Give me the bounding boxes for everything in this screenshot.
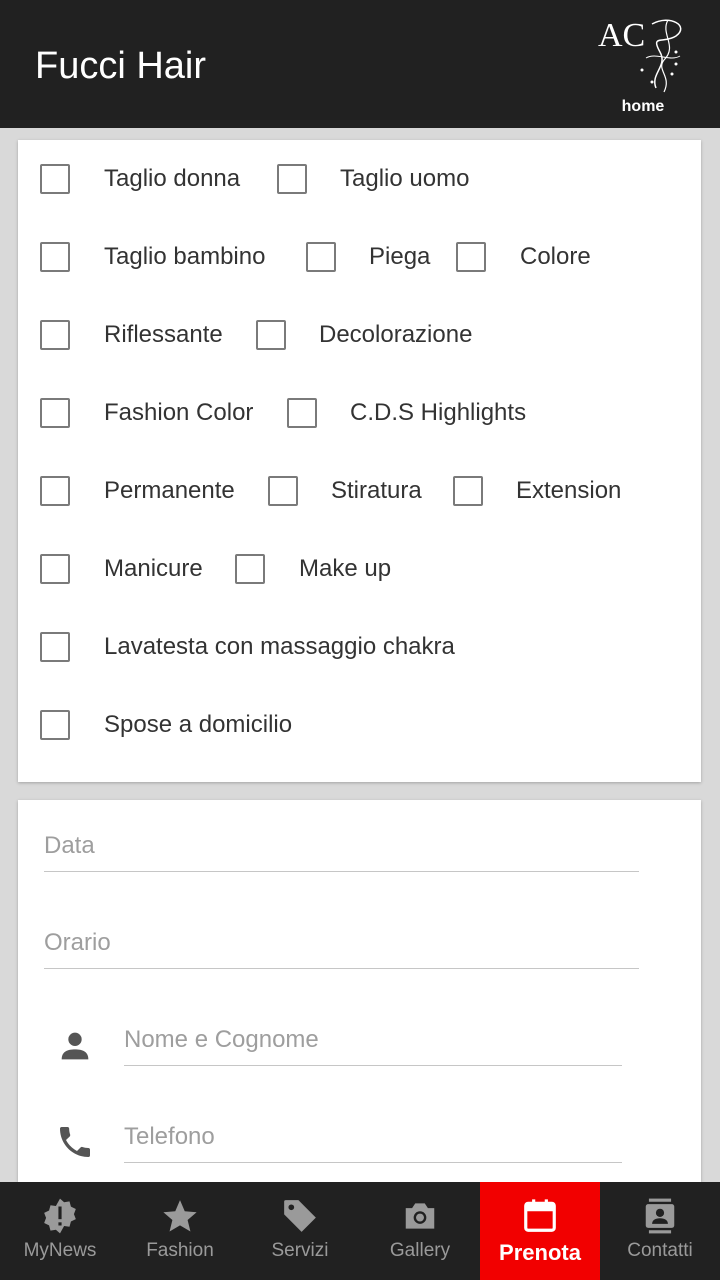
date-field[interactable]: Data (44, 800, 639, 872)
checkbox[interactable] (256, 320, 286, 350)
checkbox[interactable] (40, 710, 70, 740)
checkbox[interactable] (40, 320, 70, 350)
camera-icon (405, 1203, 435, 1229)
checkbox[interactable] (306, 242, 336, 272)
service-label: Taglio donna (104, 165, 241, 192)
checkbox[interactable] (456, 242, 486, 272)
nav-gallery[interactable]: Gallery (360, 1182, 480, 1280)
checkbox[interactable] (40, 398, 70, 428)
service-label: Extension (516, 477, 622, 504)
app-title: Fucci Hair (35, 45, 207, 87)
service-label: Colore (520, 243, 591, 270)
app-bar: Fucci Hair AC home (0, 0, 720, 128)
service-label: Taglio uomo (340, 165, 470, 192)
checkbox[interactable] (40, 164, 70, 194)
services-card: Taglio donna Taglio uomo Taglio bambino … (18, 140, 701, 782)
service-label: Manicure (104, 555, 203, 582)
time-field[interactable]: Orario (44, 897, 639, 969)
checkbox[interactable] (40, 554, 70, 584)
tag-icon (284, 1200, 316, 1232)
home-label: home (621, 98, 665, 115)
person-icon (61, 1032, 89, 1060)
star-icon (163, 1200, 197, 1232)
name-field[interactable]: Nome e Cognome (124, 994, 622, 1066)
service-label: Piega (369, 243, 431, 270)
nav-fashion[interactable]: Fashion (120, 1182, 240, 1280)
checkbox[interactable] (40, 632, 70, 662)
nav-label: Fashion (146, 1240, 214, 1261)
service-label: Stiratura (331, 477, 422, 504)
contact-card-icon (645, 1198, 675, 1234)
service-label: Riflessante (104, 321, 223, 348)
bottom-navigation: MyNews Fashion Servizi Gallery Prenota C… (0, 1182, 720, 1280)
service-label: Make up (299, 555, 392, 582)
service-label: Decolorazione (319, 321, 473, 348)
nav-mynews[interactable]: MyNews (0, 1182, 120, 1280)
checkbox[interactable] (277, 164, 307, 194)
checkbox[interactable] (40, 476, 70, 506)
service-label: Permanente (104, 477, 235, 504)
checkbox[interactable] (268, 476, 298, 506)
home-logo-button[interactable]: AC home (588, 12, 698, 120)
service-label: Fashion Color (104, 399, 254, 426)
nav-label: Gallery (389, 1240, 451, 1261)
service-label: Spose a domicilio (104, 711, 293, 738)
nav-label: MyNews (23, 1240, 97, 1261)
nav-label: Prenota (499, 1240, 581, 1265)
checkbox[interactable] (235, 554, 265, 584)
nav-contatti[interactable]: Contatti (600, 1182, 720, 1280)
nav-label: Servizi (271, 1240, 329, 1261)
nav-prenota[interactable]: Prenota (480, 1182, 600, 1280)
logo-text: AC (598, 17, 645, 54)
checkbox[interactable] (453, 476, 483, 506)
phone-field[interactable]: Telefono (124, 1091, 622, 1163)
name-placeholder: Nome e Cognome (124, 1026, 319, 1053)
phone-icon (60, 1127, 90, 1157)
checkbox[interactable] (40, 242, 70, 272)
service-label: Lavatesta con massaggio chakra (104, 633, 455, 660)
date-placeholder: Data (44, 832, 95, 859)
service-label: Taglio bambino (104, 243, 266, 270)
calendar-icon (524, 1199, 556, 1232)
phone-placeholder: Telefono (124, 1123, 215, 1150)
news-badge-icon (44, 1198, 76, 1234)
checkbox[interactable] (287, 398, 317, 428)
time-placeholder: Orario (44, 929, 111, 956)
booking-form-card: Data Orario Nome e Cognome Telefono (18, 800, 701, 1182)
nav-servizi[interactable]: Servizi (240, 1182, 360, 1280)
logo-icon: AC (598, 17, 682, 93)
nav-label: Contatti (627, 1240, 693, 1261)
service-label: C.D.S Highlights (350, 399, 527, 426)
